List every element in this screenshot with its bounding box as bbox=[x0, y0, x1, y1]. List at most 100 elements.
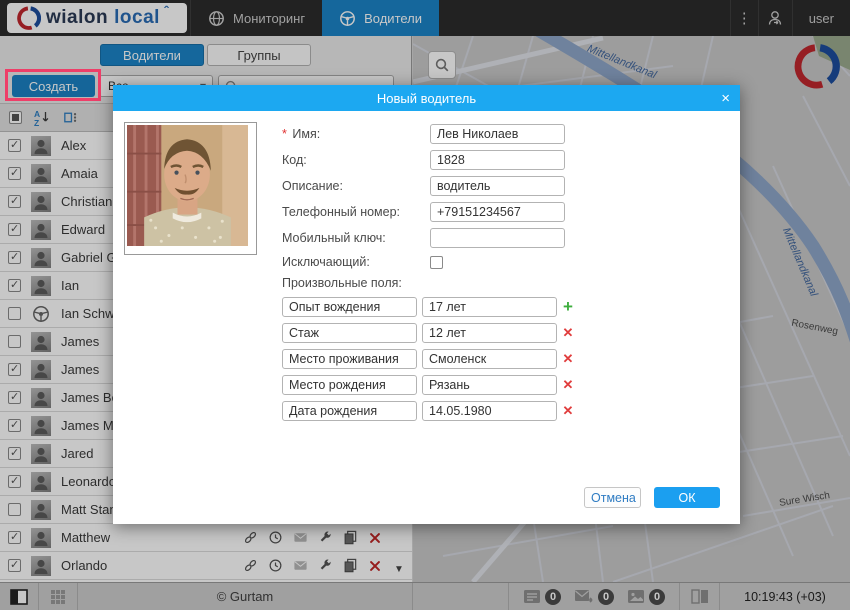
driver-name: Alex bbox=[61, 138, 86, 153]
driver-name: Ian bbox=[61, 278, 79, 293]
remove-field-icon[interactable]: ✕ bbox=[563, 377, 574, 392]
panel-tab-drivers[interactable]: Водители bbox=[100, 44, 204, 66]
custom-field-value-input[interactable] bbox=[422, 401, 557, 421]
driver-photo-thumb bbox=[31, 136, 51, 156]
sms-icon[interactable] bbox=[293, 530, 308, 545]
properties-icon[interactable] bbox=[318, 530, 333, 545]
worktime-icon[interactable] bbox=[268, 558, 283, 573]
logout-user-icon[interactable] bbox=[758, 0, 792, 36]
map-search-button[interactable] bbox=[428, 51, 456, 79]
driver-checkbox[interactable] bbox=[8, 167, 21, 180]
driver-checkbox[interactable] bbox=[8, 503, 21, 516]
messages-icon bbox=[574, 589, 594, 604]
custom-field-name-input[interactable] bbox=[282, 375, 417, 395]
driver-checkbox[interactable] bbox=[8, 531, 21, 544]
driver-avatar bbox=[31, 332, 51, 352]
layout-icon[interactable] bbox=[680, 583, 720, 610]
ok-button[interactable]: ОК bbox=[654, 487, 720, 508]
custom-field-name-input[interactable] bbox=[282, 323, 417, 343]
tab-monitoring[interactable]: Мониторинг bbox=[190, 0, 322, 36]
notifications-counter[interactable]: 0 bbox=[523, 589, 561, 605]
map-wialon-logo bbox=[794, 43, 840, 89]
select-all-checkbox[interactable] bbox=[9, 111, 22, 124]
custom-field-name-input[interactable] bbox=[282, 297, 417, 317]
delete-icon[interactable] bbox=[368, 531, 382, 545]
field-input[interactable] bbox=[430, 176, 565, 196]
panel-tab-groups[interactable]: Группы bbox=[207, 44, 311, 66]
cancel-button[interactable]: Отмена bbox=[584, 487, 641, 508]
custom-field-value-input[interactable] bbox=[422, 297, 557, 317]
driver-checkbox[interactable] bbox=[8, 335, 21, 348]
copy-icon[interactable] bbox=[343, 558, 358, 573]
custom-field-value-input[interactable] bbox=[422, 375, 557, 395]
driver-checkbox[interactable] bbox=[8, 419, 21, 432]
sort-az-icon[interactable]: A Z bbox=[33, 109, 51, 127]
globe-icon bbox=[208, 10, 225, 27]
driver-photo-thumb bbox=[31, 360, 51, 380]
driver-checkbox[interactable] bbox=[8, 475, 21, 488]
properties-icon[interactable] bbox=[318, 558, 333, 573]
driver-checkbox[interactable] bbox=[8, 223, 21, 236]
remove-field-icon[interactable]: ✕ bbox=[563, 325, 574, 340]
driver-photo-thumb bbox=[31, 500, 51, 520]
driver-checkbox[interactable] bbox=[8, 195, 21, 208]
custom-field-name-input[interactable] bbox=[282, 349, 417, 369]
driver-row[interactable]: Orlando bbox=[0, 552, 412, 580]
customize-list-icon[interactable] bbox=[62, 109, 79, 126]
tab-drivers[interactable]: Водители bbox=[322, 0, 439, 36]
media-counter[interactable]: 0 bbox=[627, 589, 665, 605]
driver-name: James bbox=[61, 362, 99, 377]
steering-wheel-icon bbox=[31, 304, 51, 324]
create-button[interactable]: Создать bbox=[12, 75, 95, 97]
driver-avatar bbox=[31, 388, 51, 408]
driver-photo[interactable] bbox=[124, 122, 257, 255]
link-icon[interactable] bbox=[243, 530, 258, 545]
copy-icon[interactable] bbox=[343, 530, 358, 545]
driver-avatar bbox=[31, 136, 51, 156]
link-icon[interactable] bbox=[243, 558, 258, 573]
field-input[interactable] bbox=[430, 202, 565, 222]
user-label[interactable]: user bbox=[792, 0, 850, 36]
wialon-logo: wialonlocalˆ bbox=[7, 3, 187, 33]
driver-checkbox[interactable] bbox=[8, 139, 21, 152]
add-field-icon[interactable]: + bbox=[563, 297, 573, 316]
driver-avatar bbox=[31, 192, 51, 212]
sms-icon[interactable] bbox=[293, 558, 308, 573]
driver-checkbox[interactable] bbox=[8, 447, 21, 460]
field-input[interactable] bbox=[430, 150, 565, 170]
delete-icon[interactable] bbox=[368, 559, 382, 573]
custom-field-row: + ✕ bbox=[282, 297, 579, 317]
remove-field-icon[interactable]: ✕ bbox=[563, 403, 574, 418]
custom-field-value-input[interactable] bbox=[422, 323, 557, 343]
close-icon[interactable]: × bbox=[721, 85, 730, 111]
scroll-down-icon[interactable]: ▼ bbox=[394, 564, 404, 575]
driver-checkbox[interactable] bbox=[8, 363, 21, 376]
driver-name: Leonardo bbox=[61, 474, 116, 489]
exclusive-checkbox[interactable] bbox=[430, 256, 443, 269]
driver-checkbox[interactable] bbox=[8, 251, 21, 264]
driver-avatar bbox=[31, 164, 51, 184]
field-input[interactable] bbox=[430, 228, 565, 248]
driver-avatar bbox=[31, 416, 51, 436]
grid-icon[interactable] bbox=[39, 583, 78, 610]
custom-field-value-input[interactable] bbox=[422, 349, 557, 369]
exclusive-label: Исключающий: bbox=[282, 255, 430, 269]
driver-checkbox[interactable] bbox=[8, 391, 21, 404]
driver-name: James Bo bbox=[61, 390, 119, 405]
panel-toggle-icon[interactable] bbox=[0, 583, 39, 610]
driver-row[interactable]: Matthew bbox=[0, 524, 412, 552]
driver-checkbox[interactable] bbox=[8, 279, 21, 292]
panel-tabs: Водители Группы bbox=[0, 44, 411, 66]
field-input[interactable] bbox=[430, 124, 565, 144]
remove-field-icon[interactable]: ✕ bbox=[563, 351, 574, 366]
messages-counter[interactable]: 0 bbox=[574, 589, 614, 605]
menu-kebab-icon[interactable]: ⋮ bbox=[730, 0, 758, 36]
custom-field-row: + ✕ bbox=[282, 323, 579, 343]
custom-field-name-input[interactable] bbox=[282, 401, 417, 421]
driver-actions bbox=[243, 530, 382, 545]
custom-field-action: + ✕ bbox=[557, 350, 579, 368]
driver-checkbox[interactable] bbox=[8, 559, 21, 572]
driver-photo-thumb bbox=[31, 528, 51, 548]
driver-checkbox[interactable] bbox=[8, 307, 21, 320]
worktime-icon[interactable] bbox=[268, 530, 283, 545]
